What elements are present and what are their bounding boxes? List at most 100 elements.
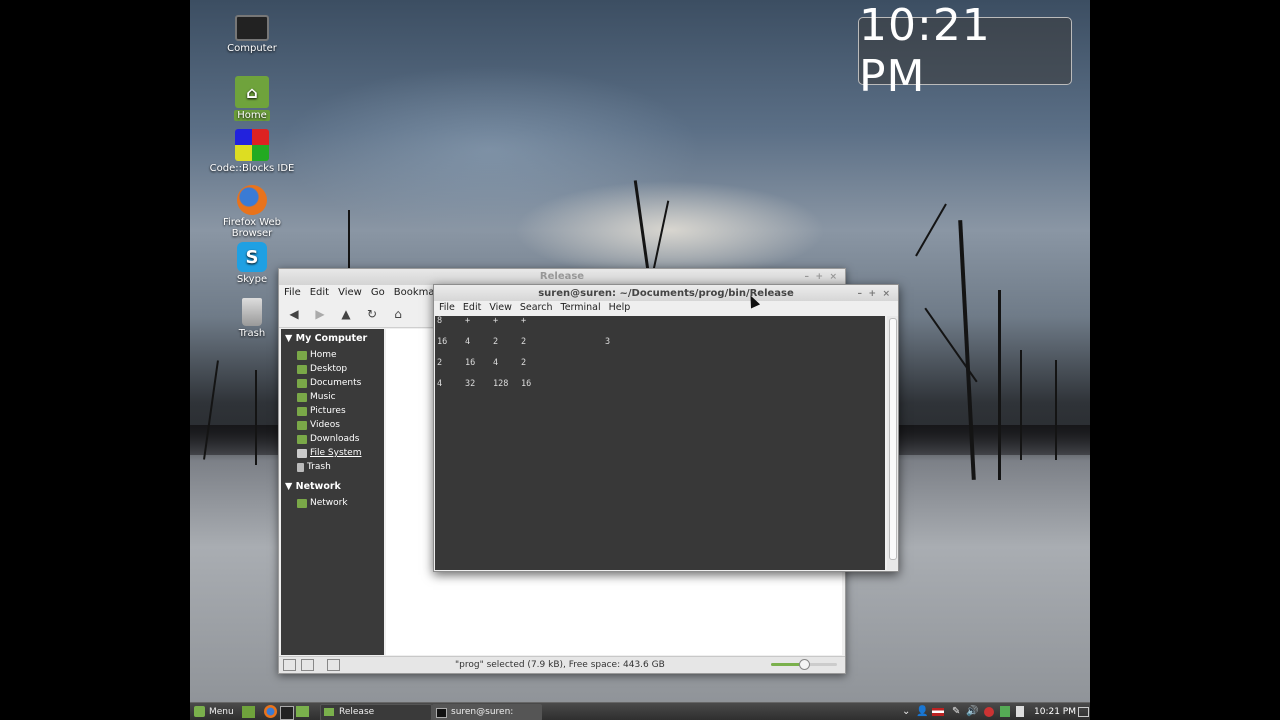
sidebar-item-file-system[interactable]: File System bbox=[281, 446, 384, 460]
maximize-icon[interactable]: + bbox=[815, 269, 823, 285]
sidebar-toggle-icon[interactable] bbox=[283, 659, 296, 671]
sidebar-section-network[interactable]: ▼ Network bbox=[281, 477, 384, 496]
terminal-cell: 2 bbox=[521, 358, 527, 368]
sidebar-item-home[interactable]: Home bbox=[281, 348, 384, 362]
up-arrow-icon[interactable]: ▲ bbox=[337, 305, 355, 323]
terminal-cell: 128 bbox=[493, 379, 509, 389]
desktop-icon-codeblocks[interactable]: Code::Blocks IDE bbox=[202, 129, 302, 174]
terminal-cell: 16 bbox=[521, 379, 532, 389]
firefox-launcher-icon[interactable] bbox=[264, 705, 277, 718]
taskbar-clock[interactable]: 10:21 PM bbox=[1034, 704, 1076, 720]
sidebar-item-documents[interactable]: Documents bbox=[281, 376, 384, 390]
terminal-cell: 4 bbox=[437, 379, 443, 389]
sidebar-item-trash[interactable]: Trash bbox=[281, 460, 384, 474]
reload-icon[interactable]: ↻ bbox=[363, 305, 381, 323]
sidebar-item-downloads[interactable]: Downloads bbox=[281, 432, 384, 446]
terminal-launcher-icon[interactable] bbox=[280, 706, 294, 720]
keyboard-layout-flag-icon[interactable] bbox=[932, 708, 944, 716]
sidebar-item-videos[interactable]: Videos bbox=[281, 418, 384, 432]
desktop-icon-label: Code::Blocks IDE bbox=[209, 163, 295, 174]
terminal-cell: + bbox=[521, 316, 527, 326]
taskbar-window-label: Release bbox=[339, 707, 375, 717]
maximize-icon[interactable]: + bbox=[868, 285, 876, 303]
sidebar-item-label: Network bbox=[310, 498, 348, 508]
menu-terminal[interactable]: Terminal bbox=[561, 302, 601, 313]
computer-icon bbox=[235, 15, 269, 41]
window-list-icon[interactable] bbox=[1078, 707, 1089, 717]
codeblocks-icon bbox=[235, 129, 269, 161]
show-desktop-icon[interactable] bbox=[242, 706, 255, 718]
menu-go[interactable]: Go bbox=[371, 287, 385, 298]
terminal-cell: 4 bbox=[465, 337, 471, 347]
desktop-icon-computer[interactable]: Computer bbox=[202, 15, 302, 54]
folder-icon bbox=[297, 350, 307, 360]
terminal-toggle-icon[interactable] bbox=[327, 659, 340, 671]
menu-button[interactable]: Menu bbox=[194, 704, 234, 720]
terminal-output[interactable]: 8 + + +16 4 2 2 3 2 16 4 2 4 32 128 16 bbox=[435, 316, 885, 570]
terminal-window[interactable]: suren@suren: ~/Documents/prog/bin/Releas… bbox=[433, 284, 899, 572]
sidebar-item-network[interactable]: Network bbox=[281, 496, 384, 510]
home-icon[interactable]: ⌂ bbox=[389, 305, 407, 323]
menu-view[interactable]: View bbox=[489, 302, 512, 313]
zoom-slider-handle[interactable] bbox=[799, 659, 810, 670]
folder-icon bbox=[297, 364, 307, 374]
terminal-menubar: File Edit View Search Terminal Help bbox=[434, 301, 898, 315]
update-shield-icon[interactable] bbox=[1000, 706, 1010, 717]
tree bbox=[915, 203, 947, 257]
minimize-icon[interactable]: – bbox=[858, 285, 863, 303]
sidebar-item-label: Music bbox=[310, 392, 336, 402]
menu-file[interactable]: File bbox=[439, 302, 455, 313]
zoom-slider[interactable] bbox=[771, 659, 837, 670]
sidebar-item-label: Documents bbox=[310, 378, 362, 388]
desktop-icon-label: Home bbox=[234, 110, 270, 121]
places-sidebar: ▼ My Computer Home Desktop Documents Mus… bbox=[281, 329, 384, 655]
network-status-icon[interactable] bbox=[984, 707, 994, 717]
menu-help[interactable]: Help bbox=[609, 302, 631, 313]
tray-chevron-icon[interactable]: ⌄ bbox=[902, 704, 910, 720]
terminal-cell: 2 bbox=[493, 337, 499, 347]
folder-icon bbox=[297, 378, 307, 388]
sidebar-item-desktop[interactable]: Desktop bbox=[281, 362, 384, 376]
user-icon[interactable]: 👤 bbox=[916, 704, 928, 720]
close-icon[interactable]: × bbox=[829, 269, 837, 285]
back-arrow-icon[interactable]: ◀ bbox=[285, 305, 303, 323]
taskbar-window-release[interactable]: Release bbox=[320, 704, 432, 720]
tree bbox=[348, 210, 350, 270]
terminal-titlebar[interactable]: suren@suren: ~/Documents/prog/bin/Releas… bbox=[434, 285, 898, 301]
file-manager-titlebar[interactable]: Release – + × bbox=[279, 269, 845, 285]
terminal-scrollbar[interactable] bbox=[887, 316, 898, 570]
status-bar: "prog" selected (7.9 kB), Free space: 44… bbox=[279, 656, 845, 673]
tree bbox=[633, 180, 650, 270]
tree bbox=[255, 370, 257, 465]
forward-arrow-icon[interactable]: ▶ bbox=[311, 305, 329, 323]
clipboard-icon[interactable] bbox=[1016, 706, 1024, 717]
sidebar-item-label: Home bbox=[310, 350, 337, 360]
minimize-icon[interactable]: – bbox=[805, 269, 810, 285]
files-launcher-icon[interactable] bbox=[296, 706, 309, 717]
tree-view-icon[interactable] bbox=[301, 659, 314, 671]
section-title: Network bbox=[295, 481, 341, 492]
sidebar-item-pictures[interactable]: Pictures bbox=[281, 404, 384, 418]
menu-search[interactable]: Search bbox=[520, 302, 553, 313]
desktop-icon-firefox[interactable]: Firefox Web Browser bbox=[202, 185, 302, 239]
menu-edit[interactable]: Edit bbox=[310, 287, 329, 298]
scrollbar-thumb[interactable] bbox=[889, 318, 897, 560]
terminal-cell: 2 bbox=[437, 358, 443, 368]
tree bbox=[924, 307, 978, 383]
sidebar-item-label: Trash bbox=[307, 462, 331, 472]
volume-icon[interactable]: 🔊 bbox=[966, 704, 978, 720]
bluetooth-icon[interactable]: ✎ bbox=[952, 704, 960, 720]
desktop-icon-home[interactable]: ⌂ Home bbox=[202, 76, 302, 121]
menu-file[interactable]: File bbox=[284, 287, 301, 298]
menu-edit[interactable]: Edit bbox=[463, 302, 481, 313]
sidebar-item-music[interactable]: Music bbox=[281, 390, 384, 404]
folder-icon bbox=[297, 392, 307, 402]
menu-view[interactable]: View bbox=[338, 287, 362, 298]
terminal-cell: 3 bbox=[605, 337, 611, 347]
sidebar-section-my-computer[interactable]: ▼ My Computer bbox=[281, 329, 384, 348]
close-icon[interactable]: × bbox=[882, 285, 890, 303]
taskbar-window-terminal[interactable]: suren@suren: ~/Docu... bbox=[432, 704, 542, 720]
taskbar: Menu Release suren@suren: ~/Docu... ⌄ 👤 … bbox=[190, 702, 1090, 720]
drive-icon bbox=[297, 448, 307, 458]
terminal-cell: 4 bbox=[493, 358, 499, 368]
